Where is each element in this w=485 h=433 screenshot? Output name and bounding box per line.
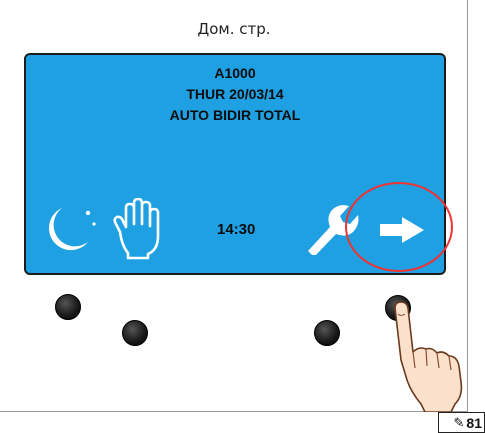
hand-icon[interactable] bbox=[106, 198, 164, 260]
hardware-button-1[interactable] bbox=[55, 294, 81, 320]
figure-number: 81 bbox=[466, 414, 482, 431]
hardware-button-3[interactable] bbox=[314, 320, 340, 346]
page-title: Дом. стр. bbox=[197, 20, 271, 38]
mode-line: AUTO BIDIR TOTAL bbox=[169, 107, 301, 123]
pencil-icon: ✎ bbox=[453, 414, 465, 430]
highlight-circle bbox=[345, 182, 453, 272]
date-line: THUR 20/03/14 bbox=[186, 86, 284, 102]
figure-reference: ✎ 81 bbox=[438, 412, 485, 433]
pointing-hand-icon bbox=[394, 301, 463, 412]
moon-icon[interactable] bbox=[42, 202, 100, 254]
hardware-button-2[interactable] bbox=[122, 320, 148, 346]
clock-time: 14:30 bbox=[217, 221, 256, 238]
device-model: A1000 bbox=[214, 65, 256, 81]
